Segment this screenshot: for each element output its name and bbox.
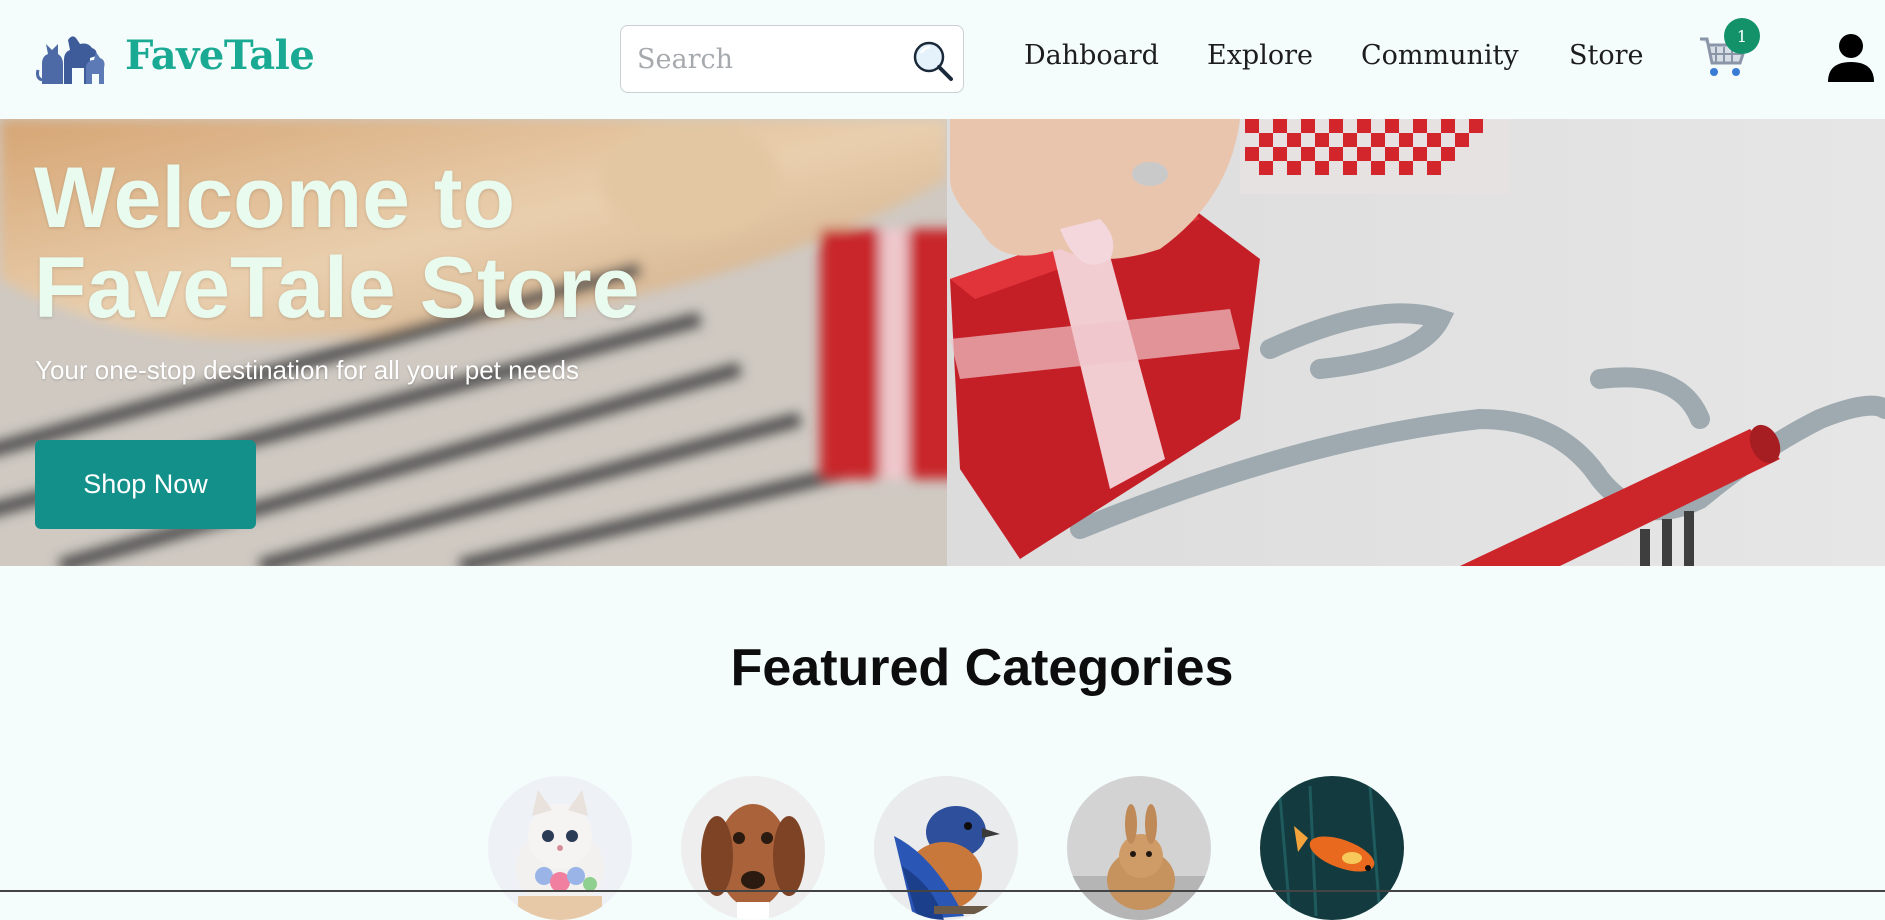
search-input[interactable]: [637, 26, 907, 92]
hero-subtitle: Your one-stop destination for all your p…: [35, 355, 579, 385]
hero-banner: Welcome to FaveTale Store Your one-stop …: [0, 119, 1885, 566]
hero-title-line1: Welcome to: [34, 150, 516, 246]
dog-photo: [681, 776, 825, 920]
nav-community[interactable]: Community: [1361, 40, 1519, 71]
fish-photo: [1260, 776, 1404, 920]
shop-now-button[interactable]: Shop Now: [35, 440, 256, 529]
brand-name[interactable]: FaveTale: [125, 32, 315, 79]
bird-photo: [874, 776, 1018, 920]
search-icon[interactable]: [911, 39, 955, 83]
cart-count-badge: 1: [1724, 18, 1760, 54]
category-bird[interactable]: [874, 776, 1018, 920]
category-dog[interactable]: [681, 776, 825, 920]
category-rabbit[interactable]: [1067, 776, 1211, 920]
nav-store[interactable]: Store: [1569, 40, 1644, 71]
top-navbar: FaveTale Dahboard Explore Community Stor…: [0, 0, 1885, 119]
pets-logo-icon[interactable]: [36, 30, 106, 86]
hero-title-line2: FaveTale Store: [34, 240, 640, 336]
nav-dashboard[interactable]: Dahboard: [1024, 40, 1159, 71]
hero-title: Welcome to FaveTale Store: [34, 153, 639, 333]
user-account-icon[interactable]: [1826, 32, 1876, 84]
category-fish[interactable]: [1260, 776, 1404, 920]
featured-categories-heading: Featured Categories: [730, 639, 1234, 697]
rabbit-photo: [1067, 776, 1211, 920]
cat-photo: [488, 776, 632, 920]
nav-explore[interactable]: Explore: [1207, 40, 1313, 71]
category-cat[interactable]: [488, 776, 632, 920]
search-box: [620, 25, 964, 93]
